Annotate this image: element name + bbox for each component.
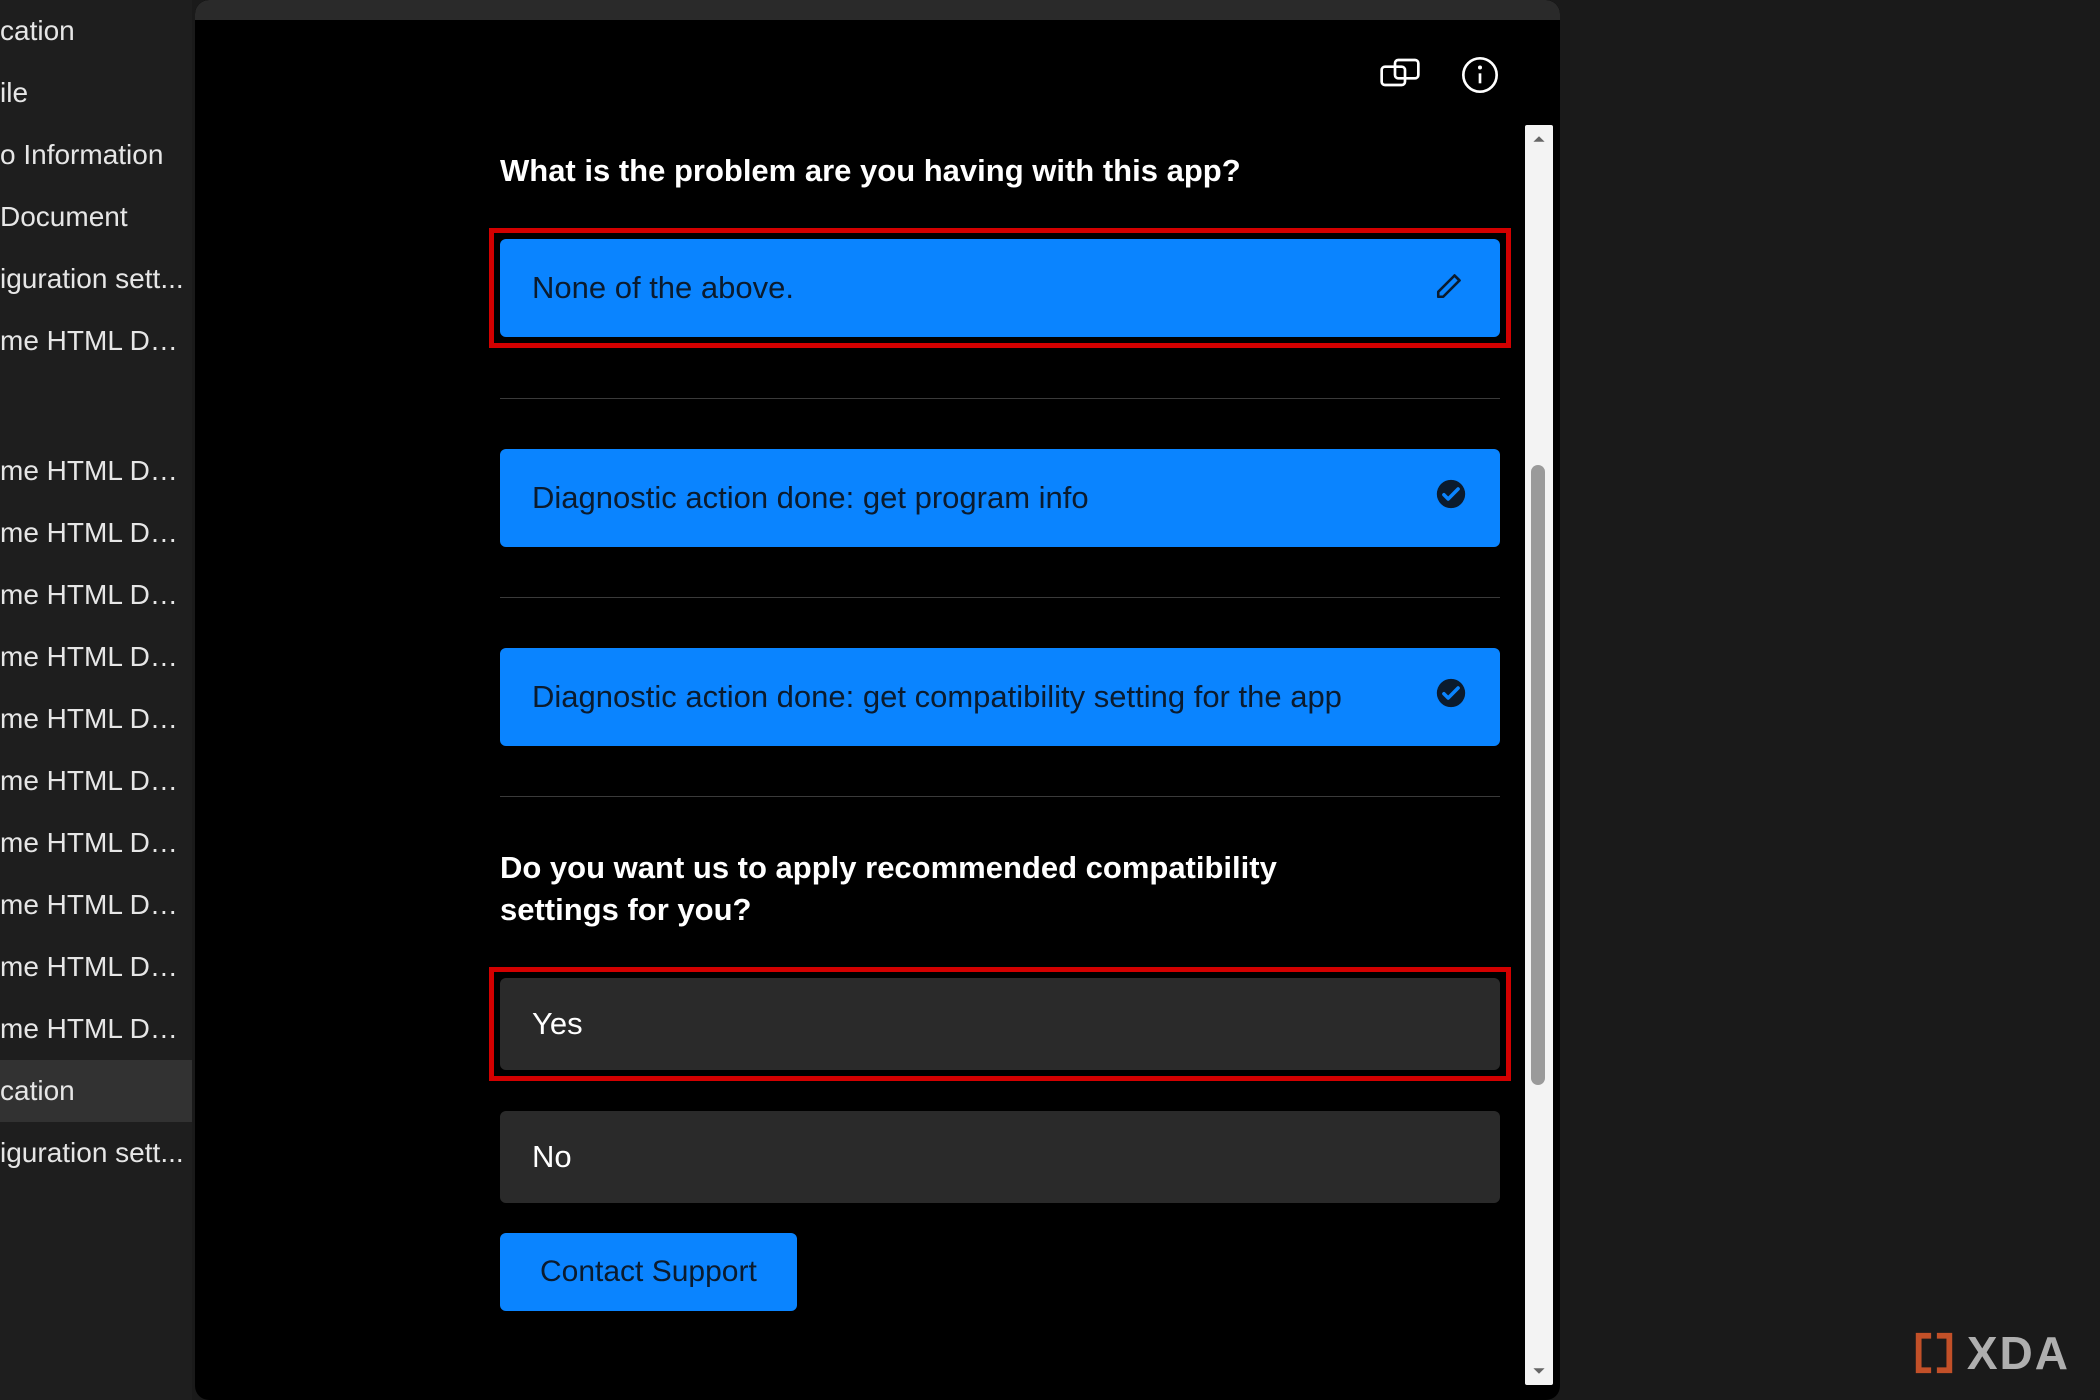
- diagnostic-step-text: Diagnostic action done: get program info: [532, 480, 1089, 516]
- list-item[interactable]: o Information: [0, 124, 192, 186]
- list-item[interactable]: me HTML Do...: [0, 564, 192, 626]
- list-item[interactable]: me HTML Do...: [0, 440, 192, 502]
- list-item[interactable]: me HTML Do...: [0, 626, 192, 688]
- annotation-highlight-2: Yes: [489, 967, 1511, 1081]
- list-item[interactable]: iguration sett...: [0, 248, 192, 310]
- xda-watermark-text: XDA: [1967, 1326, 2070, 1380]
- list-item-selected[interactable]: cation: [0, 1060, 192, 1122]
- list-item[interactable]: me HTML Do...: [0, 874, 192, 936]
- list-item[interactable]: iguration sett...: [0, 1122, 192, 1184]
- divider: [500, 597, 1500, 598]
- edit-icon[interactable]: [1434, 267, 1468, 309]
- scrollbar-thumb[interactable]: [1531, 465, 1545, 1085]
- troubleshooter-panel: What is the problem are you having with …: [195, 0, 1560, 1400]
- file-list-sidebar: cation ile o Information Document igurat…: [0, 0, 192, 1400]
- scroll-down-arrow-icon[interactable]: [1525, 1357, 1553, 1385]
- checkmark-icon: [1434, 477, 1468, 519]
- diagnostic-step-text: Diagnostic action done: get compatibilit…: [532, 679, 1342, 715]
- list-item[interactable]: me HTML Do...: [0, 310, 192, 372]
- question-1: What is the problem are you having with …: [500, 150, 1500, 192]
- panel-titlebar: [195, 0, 1560, 20]
- list-item[interactable]: me HTML Do...: [0, 688, 192, 750]
- annotation-highlight-1: None of the above.: [489, 228, 1511, 348]
- list-item[interactable]: me HTML Do...: [0, 936, 192, 998]
- list-item[interactable]: ile: [0, 62, 192, 124]
- diagnostic-step-1[interactable]: Diagnostic action done: get program info: [500, 449, 1500, 547]
- selected-answer-card[interactable]: None of the above.: [500, 239, 1500, 337]
- list-item[interactable]: me HTML Do...: [0, 502, 192, 564]
- feedback-icon[interactable]: [1380, 57, 1420, 93]
- info-icon[interactable]: [1460, 55, 1500, 95]
- divider: [500, 796, 1500, 797]
- list-item[interactable]: me HTML Do...: [0, 750, 192, 812]
- list-item[interactable]: me HTML Do...: [0, 998, 192, 1060]
- xda-logo-icon: [1911, 1330, 1957, 1376]
- scroll-up-arrow-icon[interactable]: [1525, 125, 1553, 153]
- list-item[interactable]: me HTML Do...: [0, 812, 192, 874]
- list-item[interactable]: Document: [0, 186, 192, 248]
- question-2: Do you want us to apply recommended comp…: [500, 847, 1380, 931]
- vertical-scrollbar[interactable]: [1525, 125, 1553, 1385]
- option-no[interactable]: No: [500, 1111, 1500, 1203]
- divider: [500, 398, 1500, 399]
- diagnostic-step-2[interactable]: Diagnostic action done: get compatibilit…: [500, 648, 1500, 746]
- selected-answer-text: None of the above.: [532, 270, 794, 306]
- list-item[interactable]: cation: [0, 0, 192, 62]
- checkmark-icon: [1434, 676, 1468, 718]
- contact-support-button[interactable]: Contact Support: [500, 1233, 797, 1311]
- xda-watermark: XDA: [1911, 1326, 2070, 1380]
- option-yes[interactable]: Yes: [500, 978, 1500, 1070]
